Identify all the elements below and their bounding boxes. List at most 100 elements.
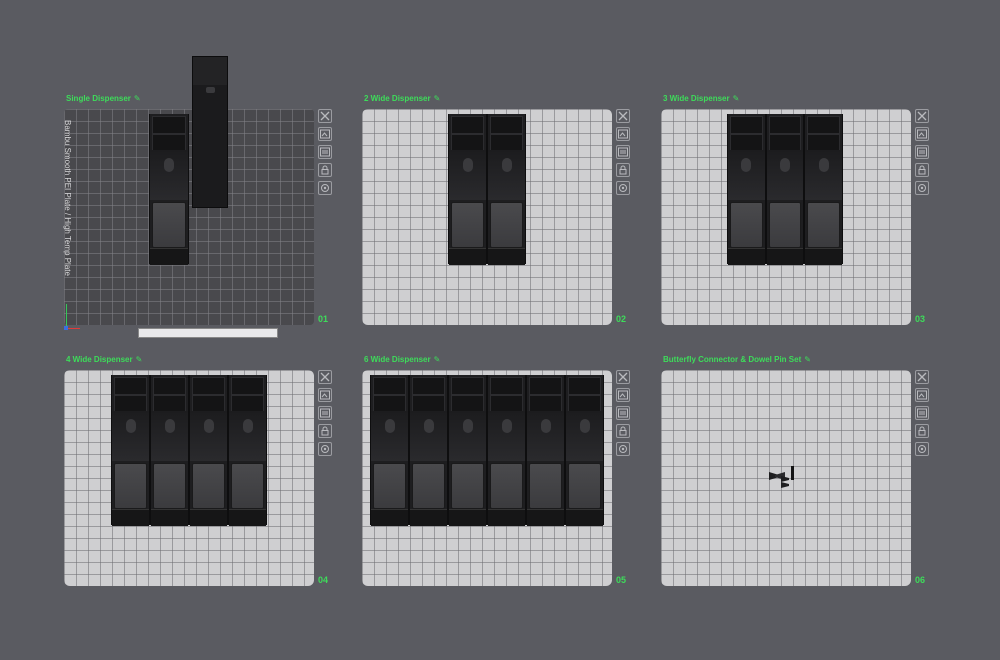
dispenser-column[interactable]	[370, 375, 409, 526]
dispenser-model[interactable]	[111, 375, 267, 526]
dispenser-column[interactable]	[149, 114, 189, 265]
lock-button[interactable]	[318, 163, 332, 177]
arrange-button[interactable]	[318, 388, 332, 402]
connector-parts-model[interactable]	[769, 464, 799, 488]
orient-button[interactable]	[915, 406, 929, 420]
settings-icon	[619, 184, 627, 192]
plate-title[interactable]: 2 Wide Dispenser ✎	[364, 94, 440, 103]
close-button[interactable]	[915, 370, 929, 384]
dispenser-tray	[152, 202, 186, 248]
build-plate[interactable]	[362, 370, 612, 586]
dispenser-window	[540, 419, 551, 433]
orient-button[interactable]	[915, 145, 929, 159]
dispenser-tower-model[interactable]	[192, 56, 228, 208]
edit-pencil-icon[interactable]: ✎	[804, 355, 811, 364]
plate-title[interactable]: Butterfly Connector & Dowel Pin Set ✎	[663, 355, 811, 364]
arrange-button[interactable]	[915, 388, 929, 402]
dispenser-column[interactable]	[526, 375, 565, 526]
lock-button[interactable]	[915, 424, 929, 438]
build-plate[interactable]	[64, 370, 314, 586]
orient-button[interactable]	[616, 145, 630, 159]
dispenser-tray	[114, 463, 147, 509]
plate-panel-03[interactable]: 3 Wide Dispenser ✎ 03	[661, 94, 931, 334]
dispenser-column[interactable]	[409, 375, 448, 526]
arrange-button[interactable]	[915, 127, 929, 141]
plate-number: 05	[616, 575, 627, 585]
settings-icon	[321, 184, 329, 192]
build-plate[interactable]	[362, 109, 612, 325]
dispenser-model[interactable]	[370, 375, 604, 526]
build-plate[interactable]	[64, 109, 314, 325]
dispenser-column[interactable]	[150, 375, 189, 526]
lock-button[interactable]	[915, 163, 929, 177]
plate-panel-04[interactable]: 4 Wide Dispenser ✎ 04	[64, 355, 334, 595]
orient-button[interactable]	[616, 406, 630, 420]
dispenser-tray	[807, 202, 840, 248]
settings-button[interactable]	[915, 181, 929, 195]
orient-button[interactable]	[318, 406, 332, 420]
dispenser-column[interactable]	[765, 114, 805, 265]
dispenser-tray	[153, 463, 186, 509]
plate-title[interactable]: Single Dispenser ✎	[66, 94, 141, 103]
dispenser-slot-top	[153, 377, 186, 395]
settings-button[interactable]	[616, 442, 630, 456]
dispenser-column[interactable]	[189, 375, 228, 526]
dispenser-column[interactable]	[448, 375, 487, 526]
close-button[interactable]	[616, 370, 630, 384]
dispenser-column[interactable]	[804, 114, 843, 265]
dispenser-slot-top	[490, 116, 523, 134]
dowel-pin[interactable]	[791, 466, 794, 480]
butterfly-connector-3[interactable]	[781, 476, 789, 488]
dispenser-model[interactable]	[448, 114, 526, 265]
plate-title[interactable]: 3 Wide Dispenser ✎	[663, 94, 739, 103]
plate-panel-06[interactable]: Butterfly Connector & Dowel Pin Set ✎ 06	[661, 355, 931, 595]
dispenser-column[interactable]	[487, 375, 526, 526]
plate-title[interactable]: 6 Wide Dispenser ✎	[364, 355, 440, 364]
plate-title-text: 3 Wide Dispenser	[663, 94, 730, 103]
dispenser-tray	[412, 463, 445, 509]
close-button[interactable]	[915, 109, 929, 123]
dispenser-model[interactable]	[149, 114, 189, 265]
dispenser-column[interactable]	[111, 375, 150, 526]
dispenser-model[interactable]	[727, 114, 843, 265]
settings-button[interactable]	[915, 442, 929, 456]
build-plate[interactable]	[661, 109, 911, 325]
arrange-button[interactable]	[616, 388, 630, 402]
settings-button[interactable]	[318, 442, 332, 456]
orient-button[interactable]	[318, 145, 332, 159]
dispenser-base	[410, 509, 447, 526]
dispenser-slot-top	[152, 116, 186, 134]
dispenser-column[interactable]	[228, 375, 267, 526]
dispenser-column[interactable]	[727, 114, 766, 265]
lock-button[interactable]	[616, 424, 630, 438]
plate-toolbar	[318, 109, 334, 199]
dispenser-column[interactable]	[448, 114, 487, 265]
plate-panel-05[interactable]: 6 Wide Dispenser ✎ 05	[362, 355, 632, 595]
edit-pencil-icon[interactable]: ✎	[733, 94, 740, 103]
close-icon	[320, 372, 330, 382]
close-button[interactable]	[616, 109, 630, 123]
dispenser-column[interactable]	[487, 114, 526, 265]
edit-pencil-icon[interactable]: ✎	[134, 94, 141, 103]
arrange-button[interactable]	[616, 127, 630, 141]
dispenser-base	[190, 509, 227, 526]
plate-title[interactable]: 4 Wide Dispenser ✎	[66, 355, 142, 364]
bottom-toolbar[interactable]	[138, 328, 278, 338]
dispenser-column[interactable]	[565, 375, 604, 526]
close-icon	[618, 111, 628, 121]
edit-pencil-icon[interactable]: ✎	[136, 355, 143, 364]
lock-button[interactable]	[318, 424, 332, 438]
arrange-button[interactable]	[318, 127, 332, 141]
dispenser-slot-top	[412, 377, 445, 395]
close-button[interactable]	[318, 370, 332, 384]
settings-button[interactable]	[616, 181, 630, 195]
dispenser-window	[203, 419, 214, 433]
plate-panel-02[interactable]: 2 Wide Dispenser ✎ 02	[362, 94, 632, 334]
edit-pencil-icon[interactable]: ✎	[434, 355, 441, 364]
edit-pencil-icon[interactable]: ✎	[434, 94, 441, 103]
close-button[interactable]	[318, 109, 332, 123]
build-plate[interactable]	[661, 370, 911, 586]
plate-toolbar	[616, 370, 632, 460]
settings-button[interactable]	[318, 181, 332, 195]
lock-button[interactable]	[616, 163, 630, 177]
